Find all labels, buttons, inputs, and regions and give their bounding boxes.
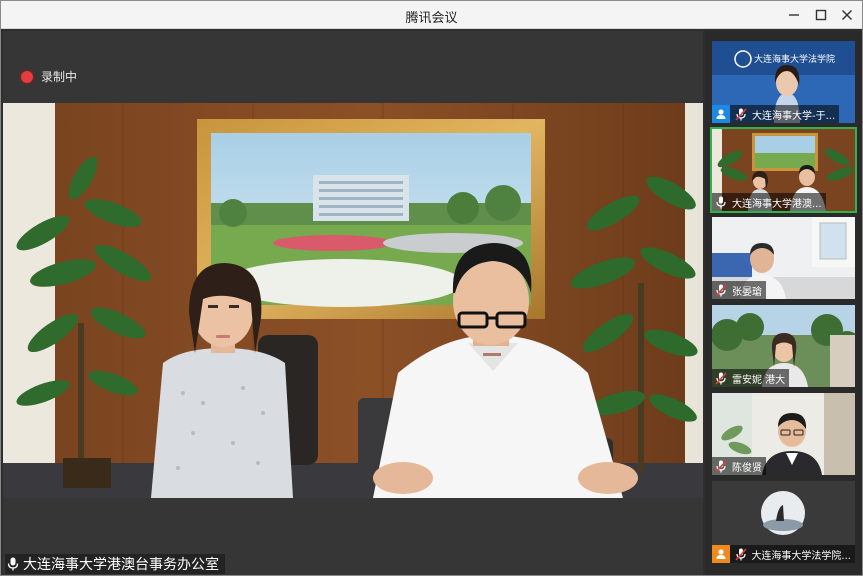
title-bar: 腾讯会议 — [1, 1, 862, 29]
tile-name: 张晏瑲 — [732, 286, 762, 298]
video-scene — [3, 103, 703, 498]
record-dot-icon — [21, 70, 33, 83]
tile-label: 大连海事大学港澳... — [712, 193, 826, 211]
recording-label: 录制中 — [41, 70, 78, 84]
participant-tile[interactable]: 大连海事大学法学院... — [712, 481, 855, 563]
tile-name: 大连海事大学-于... — [752, 110, 836, 122]
close-icon — [842, 10, 852, 20]
tile-label: 张晏瑲 — [712, 281, 766, 299]
participant-tile[interactable]: 大连海事大学法学院 大连海事大学-于... — [712, 41, 855, 123]
tile-name: 雷安妮 港大 — [732, 374, 786, 386]
microphone-icon — [7, 557, 19, 571]
mic-muted-icon — [712, 369, 730, 387]
recording-indicator: 录制中 — [21, 68, 77, 85]
tile-label: 大连海事大学-于... — [712, 105, 840, 123]
maximize-button[interactable] — [810, 5, 832, 25]
minimize-button[interactable] — [783, 5, 805, 25]
user-icon — [712, 105, 730, 123]
mic-muted-icon — [732, 545, 750, 563]
tile-label: 大连海事大学法学院... — [712, 545, 855, 563]
participant-tile-active[interactable]: 大连海事大学港澳... — [710, 127, 857, 213]
mic-muted-icon — [712, 457, 730, 475]
participant-tile[interactable]: 陈俊贤 — [712, 393, 855, 475]
meeting-window: 腾讯会议 录制中 大连海事大学港澳台事务办公室 大连海事大学法学院 大连海事大学… — [0, 0, 863, 576]
participant-tile[interactable]: 张晏瑲 — [712, 217, 855, 299]
tile-label: 雷安妮 港大 — [712, 369, 790, 387]
main-video-area[interactable]: 录制中 大连海事大学港澳台事务办公室 — [3, 31, 703, 575]
tile-name: 陈俊贤 — [732, 462, 762, 474]
mic-on-icon — [712, 193, 730, 211]
main-video-feed — [3, 103, 703, 498]
user-icon — [712, 545, 730, 563]
mic-muted-icon — [732, 105, 750, 123]
participant-sidebar[interactable]: 大连海事大学法学院 大连海事大学-于... 大连海事大学港澳... 张晏瑲 雷安… — [705, 31, 862, 575]
participant-tile[interactable]: 雷安妮 港大 — [712, 305, 855, 387]
tile-name: 大连海事大学港澳... — [732, 198, 822, 210]
main-speaker-name: 大连海事大学港澳台事务办公室 — [23, 557, 219, 573]
tile-label: 陈俊贤 — [712, 457, 766, 475]
maximize-icon — [815, 9, 827, 21]
tile-banner-text: 大连海事大学法学院 — [754, 55, 836, 65]
close-button[interactable] — [836, 5, 858, 25]
window-title: 腾讯会议 — [405, 11, 458, 26]
mic-muted-icon — [712, 281, 730, 299]
minimize-icon — [789, 14, 799, 16]
tile-name: 大连海事大学法学院... — [751, 550, 851, 562]
main-speaker-label: 大连海事大学港澳台事务办公室 — [5, 554, 225, 574]
